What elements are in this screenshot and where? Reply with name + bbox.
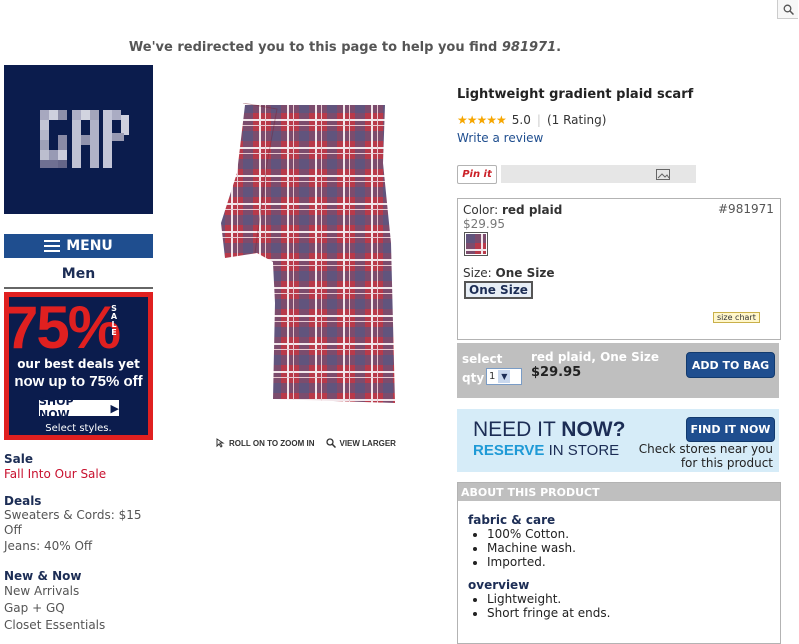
- write-review-link[interactable]: Write a review: [457, 131, 543, 145]
- gap-logo[interactable]: [4, 65, 153, 214]
- view-larger-link[interactable]: VIEW LARGER: [326, 438, 396, 448]
- rating-count[interactable]: (1 Rating): [547, 113, 607, 127]
- pinterest-button[interactable]: Pin it: [457, 165, 497, 184]
- redirect-term: 981971: [501, 40, 557, 55]
- nav-link[interactable]: Closet Essentials: [4, 617, 153, 634]
- nav-section-sale: Sale Fall Into Our Sale: [4, 452, 153, 483]
- check-stores-text: Check stores near you for this product: [638, 442, 773, 470]
- overview-section: overview Lightweight. Short fringe at en…: [468, 578, 610, 620]
- rating-summary: ★★★★★ 5.0 | (1 Rating): [457, 113, 606, 127]
- list-item: 100% Cotton.: [487, 527, 576, 541]
- search-button[interactable]: [777, 0, 798, 19]
- share-bar[interactable]: [501, 165, 696, 183]
- fabric-care-section: fabric & care 100% Cotton. Machine wash.…: [468, 513, 576, 569]
- list-item: Machine wash.: [487, 541, 576, 555]
- rating-value: 5.0: [511, 113, 531, 127]
- color-value: red plaid: [502, 203, 563, 217]
- menu-label: MENU: [66, 238, 113, 254]
- reserve-in-store-banner: NEED IT NOW? RESERVE IN STORE Check stor…: [457, 409, 779, 472]
- size-chart-link[interactable]: size chart: [713, 312, 760, 323]
- magnifier-icon: [326, 438, 337, 448]
- overview-heading: overview: [468, 578, 530, 592]
- size-option-button[interactable]: One Size: [464, 281, 533, 299]
- size-value: One Size: [495, 266, 555, 280]
- nav-heading: Deals: [4, 494, 42, 508]
- list-item: Lightweight.: [487, 592, 610, 606]
- image-tools: ROLL ON TO ZOOM IN VIEW LARGER: [216, 438, 396, 448]
- cursor-icon: [216, 438, 225, 448]
- size-row: Size: One Size: [463, 266, 555, 280]
- need-it-now-heading: NEED IT NOW?: [473, 418, 626, 441]
- promo-percent: 75%: [5, 294, 121, 361]
- search-icon: [783, 4, 794, 15]
- list-item: Short fringe at ends.: [487, 606, 610, 620]
- add-to-bag-button[interactable]: ADD TO BAG: [686, 352, 775, 378]
- hamburger-icon: [44, 240, 61, 252]
- product-title: Lightweight gradient plaid scarf: [457, 87, 694, 102]
- menu-button[interactable]: MENU: [4, 234, 153, 258]
- bag-price: $29.95: [531, 365, 582, 380]
- promo-select-styles: Select styles.: [45, 423, 112, 434]
- nav-link[interactable]: Fall Into Our Sale: [4, 466, 153, 483]
- bag-summary: red plaid, One Size: [531, 350, 660, 364]
- nav-heading: New & Now: [4, 569, 82, 583]
- image-icon: [656, 169, 670, 180]
- star-rating: ★★★★★: [457, 113, 507, 127]
- nav-section-new: New & Now New Arrivals Gap + GQ Closet E…: [4, 569, 153, 634]
- promo-sale-tag: SALE: [110, 304, 118, 337]
- color-swatch[interactable]: [464, 232, 488, 256]
- about-heading: ABOUT THIS PRODUCT: [458, 483, 780, 501]
- category-title: Men: [4, 266, 153, 289]
- list-item: Imported.: [487, 555, 576, 569]
- nav-link[interactable]: Gap + GQ: [4, 600, 153, 617]
- shop-now-button[interactable]: SHOP NOW ▶: [39, 395, 119, 421]
- about-product-panel: ABOUT THIS PRODUCT fabric & care 100% Co…: [457, 482, 781, 644]
- promo-line2: now up to 75% off: [14, 373, 143, 390]
- chevron-down-icon: ▼: [498, 370, 511, 383]
- style-number: #981971: [718, 202, 774, 216]
- add-to-bag-bar: select qty 1 ▼ red plaid, One Size $29.95…: [457, 343, 779, 398]
- divider: |: [536, 113, 541, 127]
- option-price: $29.95: [463, 217, 505, 231]
- redirect-message: We've redirected you to this page to hel…: [128, 40, 562, 55]
- nav-link[interactable]: Sweaters & Cords: $15 Off: [4, 508, 153, 538]
- sale-promo-banner[interactable]: 75% SALE our best deals yet now up to 75…: [4, 292, 153, 440]
- product-options: Color: red plaid #981971 $29.95 Size: On…: [457, 198, 781, 340]
- find-it-now-button[interactable]: FIND IT NOW: [686, 417, 775, 442]
- nav-link[interactable]: New Arrivals: [4, 583, 153, 600]
- qty-select[interactable]: 1 ▼: [486, 368, 522, 385]
- fabric-heading: fabric & care: [468, 513, 556, 527]
- nav-link[interactable]: Jeans: 40% Off: [4, 538, 153, 555]
- nav-heading: Sale: [4, 452, 33, 466]
- nav-section-deals: Deals Sweaters & Cords: $15 Off Jeans: 4…: [4, 494, 153, 555]
- product-image[interactable]: [215, 102, 398, 405]
- promo-line1: our best deals yet: [17, 357, 140, 371]
- play-arrow-icon: ▶: [110, 401, 119, 415]
- color-row: Color: red plaid: [463, 203, 563, 217]
- zoom-control[interactable]: ROLL ON TO ZOOM IN: [216, 438, 314, 448]
- reserve-heading: RESERVE IN STORE: [473, 442, 620, 459]
